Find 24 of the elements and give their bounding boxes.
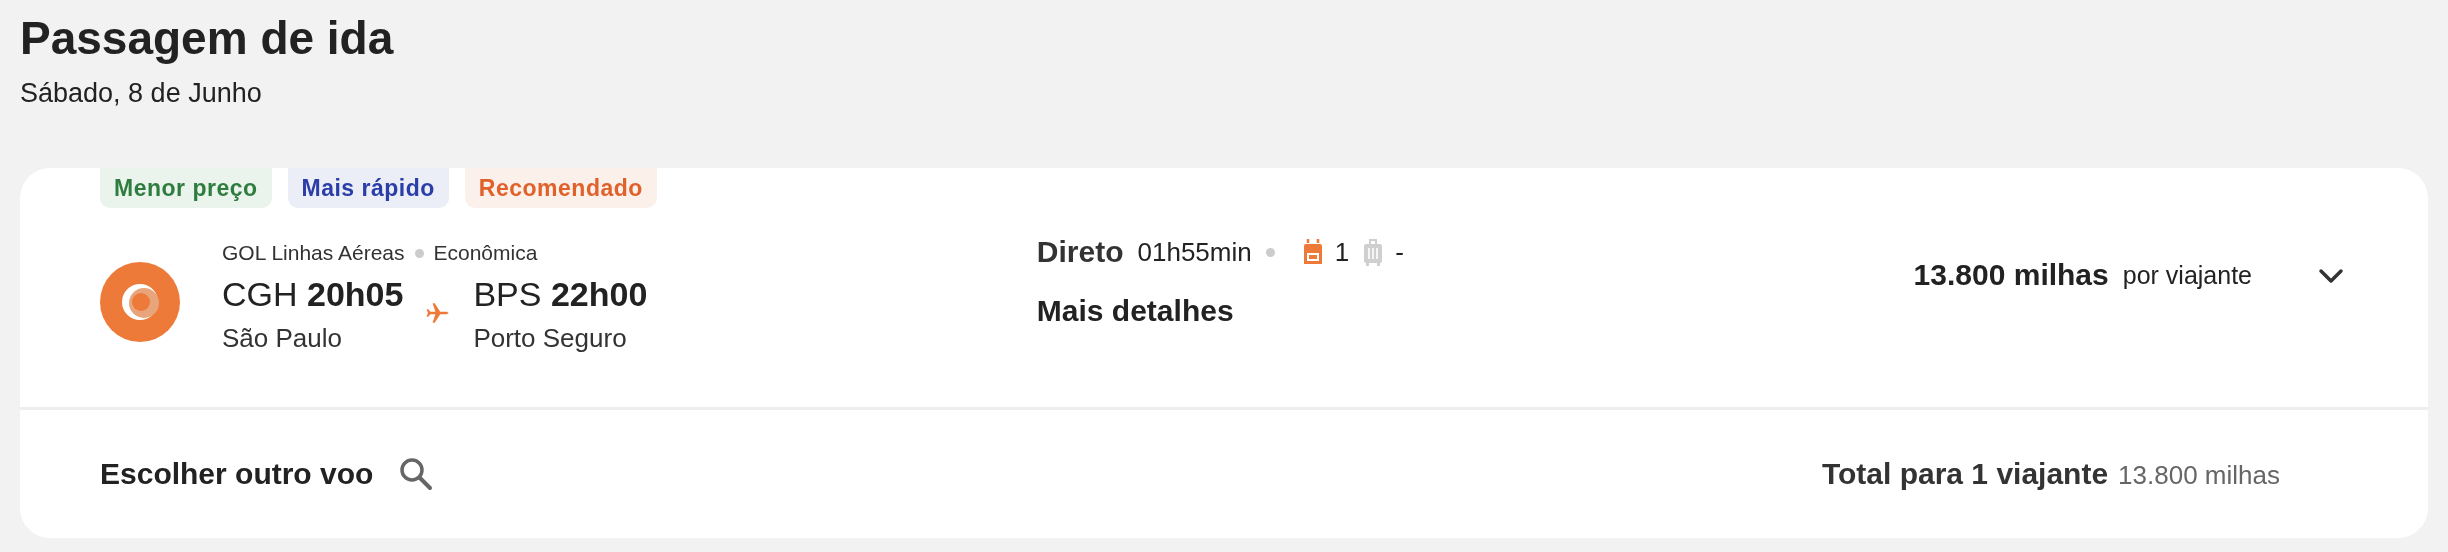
cabin-class: Econômica: [433, 241, 538, 265]
flight-duration: 01h55min: [1137, 236, 1252, 268]
arrival-city: Porto Seguro: [473, 322, 628, 355]
baggage-count: 1: [1334, 236, 1350, 268]
total-price: 13.800 milhas: [2118, 460, 2280, 491]
search-icon: [399, 457, 434, 491]
tag: Mais rápido: [287, 168, 449, 208]
baggage-count: -: [1395, 236, 1404, 268]
change-flight-button[interactable]: Escolher outro voo: [100, 457, 434, 491]
separator-dot: [1265, 247, 1275, 257]
page-title: Passagem de ida: [20, 11, 395, 66]
airline-name: GOL Linhas Aéreas: [222, 241, 405, 265]
date-subtitle: Sábado, 8 de Junho: [20, 78, 263, 109]
total-label: Total para 1 viajante: [1821, 457, 2109, 491]
stops-label: Direto: [1036, 235, 1124, 269]
details-link[interactable]: Mais detalhes: [1036, 294, 1404, 328]
departure-city: São Paulo: [222, 322, 343, 355]
tag: Menor preço: [100, 168, 272, 208]
price-note: por viajante: [2122, 260, 2252, 290]
departure-time: CGH 20h05: [222, 274, 404, 315]
separator-dot: [414, 248, 424, 258]
tag: Recomendado: [464, 168, 657, 208]
arrival-time: BPS 22h00: [473, 274, 648, 315]
price: 13.800 milhas: [1913, 258, 2109, 292]
